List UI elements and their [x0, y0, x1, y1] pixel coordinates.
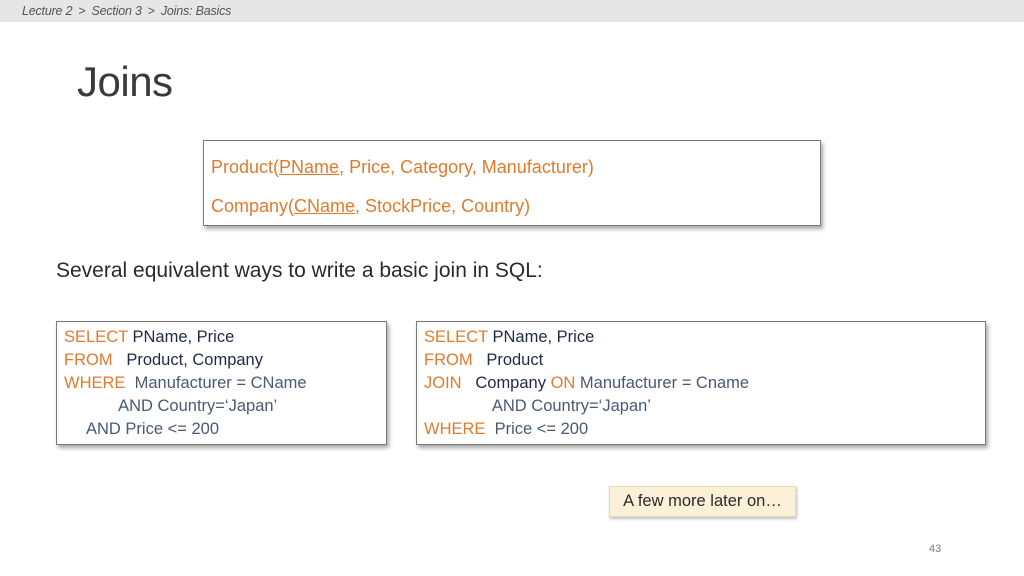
code-line: SELECT PName, Price — [424, 326, 978, 349]
sql-keyword: SELECT — [64, 328, 128, 346]
code-line: SELECT PName, Price — [64, 326, 379, 349]
product-schema-rest: , Price, Category, Manufacturer) — [339, 157, 594, 177]
sql-text: Manufacturer = CName — [125, 374, 307, 392]
code-line: FROM Product, Company — [64, 349, 379, 372]
breadcrumb-item-lecture[interactable]: Lecture 2 — [22, 4, 73, 18]
breadcrumb-separator: > — [78, 4, 86, 18]
sql-keyword: WHERE — [64, 374, 126, 392]
product-schema: Product(PName, Price, Category, Manufact… — [211, 157, 594, 178]
sql-text: Product, Company — [112, 351, 263, 369]
company-schema-prefix: Company( — [211, 196, 295, 216]
code-line: AND Country=‘Japan’ — [424, 397, 651, 415]
sql-query-left: SELECT PName, Price FROM Product, Compan… — [56, 321, 387, 445]
sql-keyword: SELECT — [424, 328, 488, 346]
code-line: WHERE Manufacturer = CName — [64, 372, 379, 395]
page-title: Joins — [77, 58, 173, 105]
sql-keyword: FROM — [424, 351, 473, 369]
sql-query-right: SELECT PName, Price FROM Product JOIN Co… — [416, 321, 986, 445]
code-line: AND Price <= 200 — [64, 420, 219, 438]
code-line: JOIN Company ON Manufacturer = Cname — [424, 372, 978, 395]
code-line: FROM Product — [424, 349, 978, 372]
code-line: AND Country=‘Japan’ — [64, 397, 278, 415]
company-schema-key: CName — [294, 196, 356, 216]
breadcrumb-separator: > — [147, 4, 155, 18]
product-schema-prefix: Product( — [211, 157, 280, 177]
code-line: WHERE Price <= 200 — [424, 418, 978, 441]
sql-keyword: WHERE — [424, 420, 486, 438]
sticky-note: A few more later on… — [609, 486, 796, 517]
company-schema-rest: , StockPrice, Country) — [355, 196, 531, 216]
sql-keyword: JOIN — [424, 374, 462, 392]
sql-keyword: FROM — [64, 351, 113, 369]
sql-keyword: ON — [550, 374, 576, 392]
sql-text: PName, Price — [487, 328, 595, 346]
breadcrumb-item-section[interactable]: Section 3 — [91, 4, 142, 18]
sql-text: PName, Price — [127, 328, 235, 346]
sql-text: Price <= 200 — [485, 420, 589, 438]
sql-text: Product — [472, 351, 544, 369]
company-schema: Company(CName, StockPrice, Country) — [211, 196, 530, 217]
sql-text: Company — [461, 374, 551, 392]
page-number: 43 — [929, 543, 942, 555]
product-schema-key: PName — [279, 157, 340, 177]
schema-box: Product(PName, Price, Category, Manufact… — [203, 140, 821, 226]
subtitle: Several equivalent ways to write a basic… — [56, 259, 543, 282]
sql-text: Manufacturer = Cname — [575, 374, 750, 392]
breadcrumb: Lecture 2 > Section 3 > Joins: Basics — [0, 0, 1024, 22]
breadcrumb-item-topic[interactable]: Joins: Basics — [161, 4, 232, 18]
